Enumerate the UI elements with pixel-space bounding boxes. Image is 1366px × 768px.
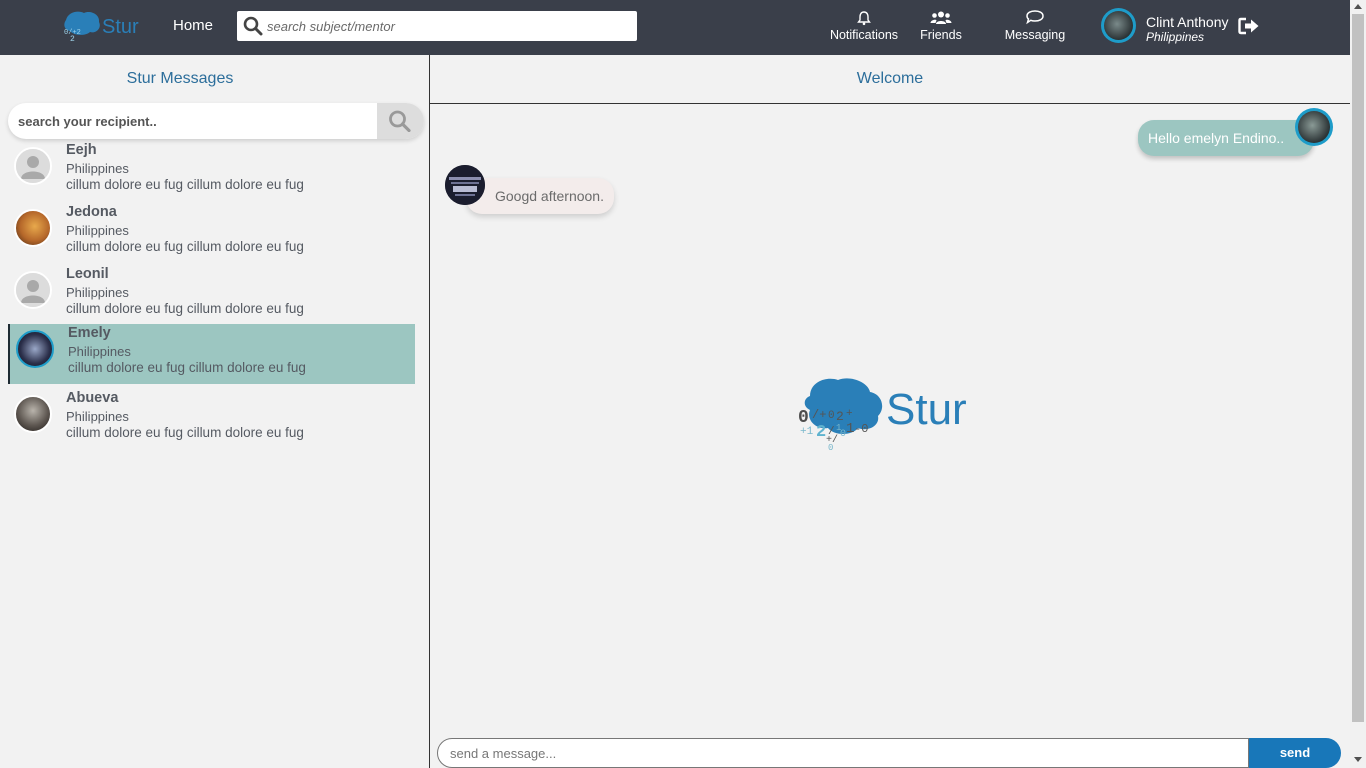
svg-text:+1: +1 bbox=[800, 426, 814, 438]
scroll-up-arrow-icon[interactable] bbox=[1354, 4, 1362, 9]
contact-item[interactable]: Jedona Philippines cillum dolore eu fug … bbox=[8, 203, 415, 263]
svg-text:/+: /+ bbox=[812, 408, 826, 422]
search-icon bbox=[389, 110, 411, 132]
outgoing-message: Hello emelyn Endino.. bbox=[1138, 120, 1314, 156]
subject-search-input[interactable] bbox=[267, 11, 627, 41]
incoming-message: Googd afternoon. bbox=[466, 178, 614, 214]
user-name: Clint Anthony bbox=[1146, 14, 1229, 30]
contact-avatar bbox=[14, 395, 52, 433]
contact-name: Eejh bbox=[66, 142, 97, 158]
contact-country: Philippines bbox=[66, 223, 129, 238]
sidebar-title: Stur Messages bbox=[126, 70, 234, 87]
contact-name: Jedona bbox=[66, 204, 117, 220]
svg-text:0: 0 bbox=[798, 408, 809, 428]
page-scrollbar[interactable] bbox=[1350, 0, 1366, 768]
contact-item[interactable]: Eejh Philippines cillum dolore eu fug ci… bbox=[8, 141, 415, 201]
contact-item[interactable]: Abueva Philippines cillum dolore eu fug … bbox=[8, 389, 415, 449]
svg-text:Stur: Stur bbox=[886, 385, 967, 434]
send-button[interactable]: send bbox=[1249, 738, 1341, 768]
contact-country: Philippines bbox=[66, 161, 129, 176]
sender-avatar bbox=[1295, 108, 1333, 146]
contact-country: Philippines bbox=[68, 344, 131, 359]
contact-item[interactable]: Leonil Philippines cillum dolore eu fug … bbox=[8, 265, 415, 325]
nav-notifications-label: Notifications bbox=[829, 28, 899, 42]
message-composer: send bbox=[437, 738, 1341, 768]
logout-icon[interactable] bbox=[1238, 16, 1260, 36]
home-link[interactable]: Home bbox=[173, 17, 213, 34]
contact-avatar bbox=[14, 209, 52, 247]
user-country: Philippines bbox=[1146, 30, 1205, 44]
recipient-search-button[interactable] bbox=[377, 103, 424, 139]
user-avatar[interactable] bbox=[1101, 8, 1136, 43]
stur-center-logo: 0 /+ 0 2 + +1 2 / 1 0 1 -0 +/ 0 Stur bbox=[798, 378, 967, 452]
users-icon bbox=[930, 11, 952, 24]
default-user-icon bbox=[16, 149, 50, 183]
svg-text:0: 0 bbox=[828, 410, 835, 422]
bell-icon bbox=[857, 11, 871, 26]
top-navbar: 0/+2 2 Stur Home Notifications Friends bbox=[0, 0, 1350, 55]
contact-preview: cillum dolore eu fug cillum dolore eu fu… bbox=[66, 239, 304, 254]
contact-avatar bbox=[14, 271, 52, 309]
contact-item-active[interactable]: Emely Philippines cillum dolore eu fug c… bbox=[8, 324, 415, 384]
default-user-icon bbox=[16, 273, 50, 307]
chat-header: Welcome bbox=[430, 55, 1350, 104]
svg-text:Stur: Stur bbox=[102, 16, 139, 38]
recipient-search bbox=[8, 103, 424, 139]
contact-avatar bbox=[16, 330, 54, 368]
svg-text:2: 2 bbox=[70, 35, 75, 44]
contact-preview: cillum dolore eu fug cillum dolore eu fu… bbox=[68, 360, 306, 375]
contact-name: Leonil bbox=[66, 266, 109, 282]
svg-text:+: + bbox=[846, 408, 853, 420]
recipient-search-input[interactable] bbox=[18, 103, 378, 139]
contact-country: Philippines bbox=[66, 285, 129, 300]
stur-logo[interactable]: 0/+2 2 Stur bbox=[62, 10, 148, 44]
messages-sidebar: Stur Messages Eejh Philippines cillum do… bbox=[0, 55, 430, 768]
nav-messaging[interactable]: Messaging bbox=[999, 10, 1071, 42]
recipient-photo bbox=[445, 165, 485, 205]
scroll-down-arrow-icon[interactable] bbox=[1354, 757, 1362, 762]
contact-country: Philippines bbox=[66, 409, 129, 424]
svg-text:-0: -0 bbox=[854, 422, 868, 436]
subject-search bbox=[237, 11, 637, 41]
svg-text:0: 0 bbox=[828, 443, 833, 452]
nav-friends-label: Friends bbox=[920, 28, 962, 42]
contact-preview: cillum dolore eu fug cillum dolore eu fu… bbox=[66, 425, 304, 440]
chat-title: Welcome bbox=[856, 70, 924, 87]
contact-preview: cillum dolore eu fug cillum dolore eu fu… bbox=[66, 177, 304, 192]
contact-avatar bbox=[14, 147, 52, 185]
message-input[interactable] bbox=[437, 738, 1249, 768]
scroll-thumb[interactable] bbox=[1352, 14, 1364, 722]
nav-notifications[interactable]: Notifications bbox=[826, 10, 902, 42]
svg-text:2: 2 bbox=[816, 423, 826, 442]
chat-icon bbox=[1026, 10, 1044, 25]
contact-name: Emely bbox=[68, 325, 111, 341]
search-icon bbox=[243, 16, 263, 36]
contact-name: Abueva bbox=[66, 390, 119, 406]
nav-messaging-label: Messaging bbox=[1004, 28, 1066, 42]
recipient-avatar bbox=[445, 165, 485, 205]
contact-preview: cillum dolore eu fug cillum dolore eu fu… bbox=[66, 301, 304, 316]
nav-friends[interactable]: Friends bbox=[911, 10, 971, 42]
svg-text:2: 2 bbox=[836, 409, 844, 424]
